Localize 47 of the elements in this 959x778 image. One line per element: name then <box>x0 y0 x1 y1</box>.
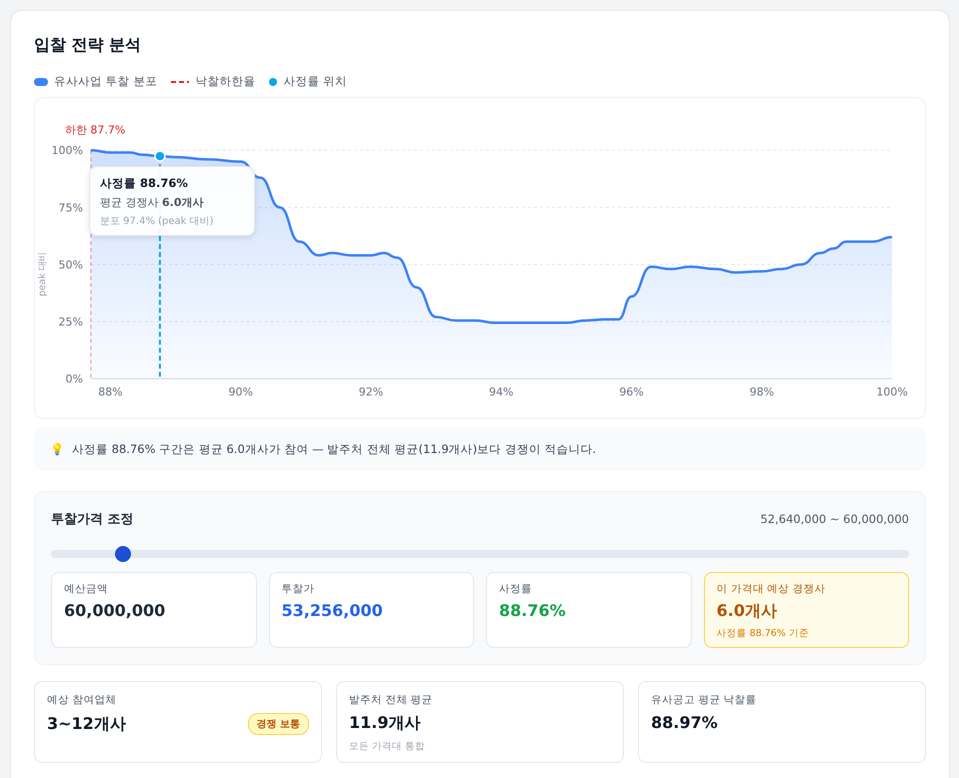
legend-label: 사정률 위치 <box>283 74 347 89</box>
x-tick-label: 100% <box>876 386 908 399</box>
stat-label: 사정률 <box>499 582 533 596</box>
tooltip-title: 사정률 88.76% <box>100 176 189 191</box>
summary-label: 유사공고 평균 낙찰률 <box>651 693 758 707</box>
stat-note: 사정률 88.76% 기준 <box>716 627 810 640</box>
legend-label: 유사사업 투찰 분포 <box>54 74 158 89</box>
summary-value: 88.97% <box>651 713 718 732</box>
floor-rate-label: 하한 87.7% <box>64 123 126 136</box>
area-swatch-icon <box>34 78 48 86</box>
stat-value: 60,000,000 <box>64 601 166 620</box>
slider-thumb[interactable] <box>115 546 132 562</box>
stat-value: 6.0개사 <box>716 601 778 622</box>
legend-label: 낙찰하한율 <box>195 74 256 89</box>
competition-badge: 경쟁 보통 <box>248 713 309 735</box>
summary-label: 예상 참여업체 <box>47 693 118 707</box>
stat-value: 88.76% <box>499 601 567 620</box>
lightbulb-icon: 💡 <box>50 442 64 456</box>
y-tick-label: 50% <box>58 258 83 272</box>
y-tick-label: 75% <box>58 201 83 214</box>
x-tick-label: 92% <box>358 386 384 399</box>
x-tick-label: 94% <box>489 386 514 399</box>
y-tick-label: 0% <box>65 372 83 386</box>
dot-icon <box>269 78 278 86</box>
y-tick-label: 100% <box>52 144 83 158</box>
dashed-line-icon <box>171 80 190 82</box>
summary-value: 3~12개사 <box>47 714 126 734</box>
page-title: 입찰 전략 분석 <box>34 35 142 56</box>
insight-text: 사정률 88.76% 구간은 평균 6.0개사가 참여 — 발주처 전체 평균(11.9개사)보다 경쟁이 적습니다. <box>72 442 596 456</box>
rate-position-dot <box>154 150 166 162</box>
tooltip-line: 평균 경쟁사 6.0개사 <box>100 195 204 210</box>
stat-label: 투찰가 <box>282 582 316 596</box>
summary-note: 모든 가격대 통합 <box>349 740 426 753</box>
stat-label: 예산금액 <box>64 582 109 596</box>
tooltip-note: 분포 97.4% (peak 대비) <box>100 215 215 228</box>
stat-value: 53,256,000 <box>282 601 384 620</box>
x-tick-label: 90% <box>228 386 253 399</box>
x-tick-label: 96% <box>619 386 644 399</box>
price-range: 52,640,000 ~ 60,000,000 <box>760 512 909 526</box>
panel-title: 투찰가격 조정 <box>51 511 134 528</box>
x-tick-label: 88% <box>98 386 123 399</box>
summary-label: 발주처 전체 평균 <box>349 693 434 707</box>
stat-label: 이 가격대 예상 경쟁사 <box>716 582 827 596</box>
y-axis-label: peak 대비 <box>36 252 48 297</box>
y-tick-label: 25% <box>58 316 83 329</box>
summary-value: 11.9개사 <box>349 713 420 734</box>
x-tick-label: 98% <box>750 386 774 399</box>
